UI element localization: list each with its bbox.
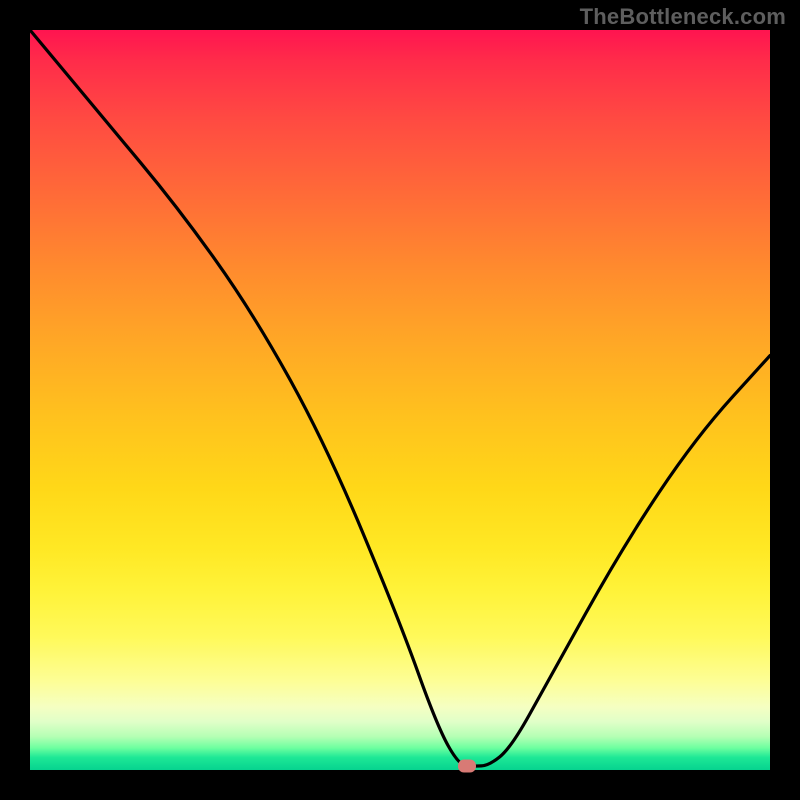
plot-area (30, 30, 770, 770)
curve-path (30, 30, 770, 766)
bottleneck-curve (30, 30, 770, 770)
watermark-text: TheBottleneck.com (580, 4, 786, 30)
chart-frame: TheBottleneck.com (0, 0, 800, 800)
optimal-point-marker (458, 760, 476, 773)
